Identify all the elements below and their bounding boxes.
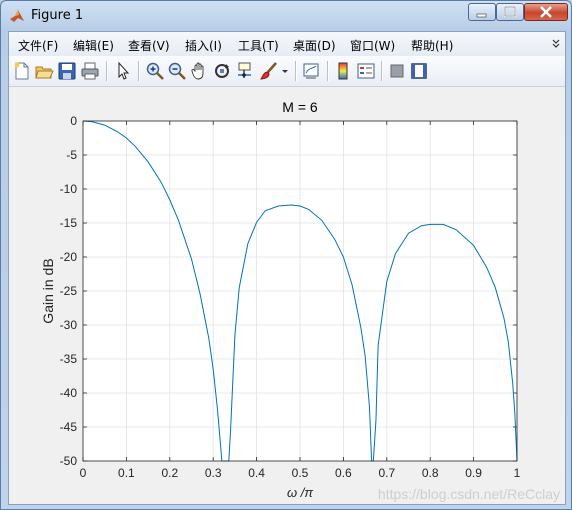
x-tick-label: 0.9: [465, 466, 482, 480]
minimize-icon: [476, 13, 487, 18]
menu-window[interactable]: 窗口(W): [350, 37, 395, 54]
figure-toolbar: [9, 56, 565, 87]
x-tick-label: 0.7: [378, 466, 395, 480]
rotate-3d-icon[interactable]: [212, 61, 232, 81]
y-tick-label: -30: [60, 318, 78, 332]
save-icon[interactable]: [57, 61, 77, 81]
x-tick-label: 0.2: [161, 466, 178, 480]
y-tick-label: -40: [60, 386, 78, 400]
print-icon[interactable]: [80, 61, 100, 81]
minimize-button[interactable]: [468, 3, 496, 21]
watermark-text: https://blog.csdn.net/ReCclay: [378, 486, 560, 502]
toolbar-separator: [138, 61, 140, 81]
y-tick-label: -50: [60, 454, 78, 468]
y-tick-label: -10: [60, 182, 78, 196]
y-tick-labels: 0 -5 -10 -15 -20 -25 -30 -35 -40 -45 -50: [60, 114, 78, 468]
figure-canvas: 0 0.1 0.2 0.3 0.4 0.5 0.6 0.7 0.8 0.9 1 0 -5 -10 -15 -…: [9, 87, 565, 504]
menu-desktop[interactable]: 桌面(D): [293, 37, 336, 54]
close-button[interactable]: [524, 3, 568, 21]
toolbar-separator: [106, 61, 108, 81]
y-tick-label: -20: [60, 250, 78, 264]
x-tick-label: 1: [514, 466, 521, 480]
maximize-icon: [504, 6, 516, 17]
x-tick-label: 0.1: [118, 466, 135, 480]
x-axis-label: ω /π: [287, 485, 313, 500]
menu-edit[interactable]: 编辑(E): [73, 37, 114, 54]
toolbar-separator: [381, 61, 383, 81]
matlab-logo-icon: [10, 10, 24, 22]
x-tick-label: 0.6: [335, 466, 352, 480]
chart-title: M = 6: [282, 99, 318, 115]
brush-dropdown-icon[interactable]: [280, 61, 290, 81]
y-tick-label: 0: [70, 114, 77, 128]
window-title: Figure 1: [31, 8, 84, 23]
zoom-in-icon[interactable]: [145, 61, 165, 81]
chevron-icon[interactable]: [551, 36, 561, 50]
title-bar[interactable]: Figure 1: [1, 1, 571, 31]
y-tick-label: -35: [60, 352, 78, 366]
x-tick-label: 0.8: [422, 466, 439, 480]
pointer-icon[interactable]: [113, 61, 133, 81]
legend-icon[interactable]: [356, 61, 376, 81]
maximize-button[interactable]: [496, 3, 524, 21]
menu-bar: 文件(F) 编辑(E) 查看(V) 插入(I) 工具(T) 桌面(D) 窗口(W…: [9, 32, 565, 56]
x-tick-label: 0.5: [292, 466, 309, 480]
y-tick-label: -45: [60, 420, 78, 434]
menu-tools[interactable]: 工具(T): [238, 37, 279, 54]
brush-icon[interactable]: [259, 61, 279, 81]
pan-icon[interactable]: [190, 61, 210, 81]
data-cursor-icon[interactable]: [235, 61, 255, 81]
show-plot-tools-icon[interactable]: [409, 61, 429, 81]
figure-client-area: 文件(F) 编辑(E) 查看(V) 插入(I) 工具(T) 桌面(D) 窗口(W…: [8, 31, 566, 505]
toolbar-separator: [327, 61, 329, 81]
close-icon: [540, 6, 552, 18]
new-figure-icon[interactable]: [12, 61, 32, 81]
zoom-out-icon[interactable]: [167, 61, 187, 81]
figure-window: Figure 1 文件(F) 编辑(E) 查看(V) 插入(I) 工具(T) 桌…: [0, 0, 572, 510]
colorbar-icon[interactable]: [333, 61, 353, 81]
menu-view[interactable]: 查看(V): [128, 37, 170, 54]
y-tick-label: -15: [60, 216, 78, 230]
x-tick-label: 0.3: [205, 466, 222, 480]
open-file-icon[interactable]: [34, 61, 54, 81]
y-axis-label: Gain in dB: [40, 258, 56, 323]
plot-svg[interactable]: 0 0.1 0.2 0.3 0.4 0.5 0.6 0.7 0.8 0.9 1 0 -5 -10 -15 -…: [9, 87, 565, 504]
link-plot-icon[interactable]: [301, 61, 321, 81]
menu-file[interactable]: 文件(F): [18, 37, 58, 54]
x-tick-label: 0.4: [248, 466, 265, 480]
y-tick-label: -25: [60, 284, 78, 298]
y-tick-label: -5: [66, 148, 77, 162]
menu-help[interactable]: 帮助(H): [411, 37, 453, 54]
menu-insert[interactable]: 插入(I): [185, 37, 222, 54]
toolbar-separator: [295, 61, 297, 81]
x-tick-label: 0: [80, 466, 87, 480]
x-tick-labels: 0 0.1 0.2 0.3 0.4 0.5 0.6 0.7 0.8 0.9 1: [80, 466, 521, 480]
hide-plot-tools-icon[interactable]: [387, 61, 407, 81]
